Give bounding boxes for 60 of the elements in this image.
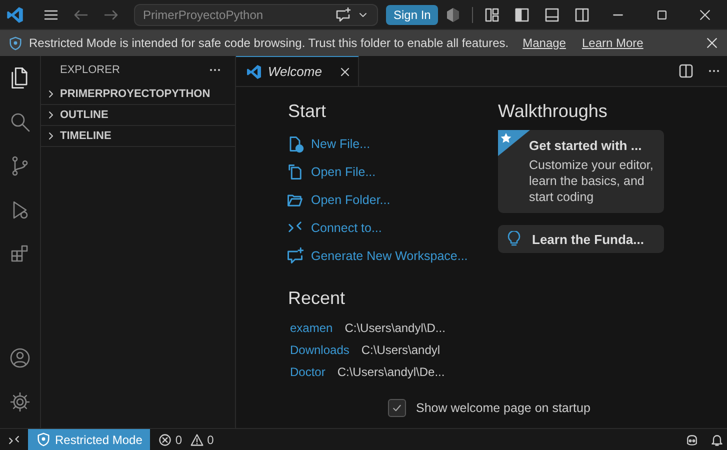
start-link[interactable]: Open Folder... xyxy=(311,193,390,207)
start-link[interactable]: New File... xyxy=(311,137,370,151)
chat-sparkle-icon[interactable] xyxy=(335,6,352,22)
star-badge-icon xyxy=(498,130,530,156)
chat-sparkle-icon[interactable] xyxy=(286,247,304,265)
more-icon[interactable] xyxy=(708,69,720,73)
lightbulb-icon xyxy=(506,231,522,247)
section-heading: Walkthroughs xyxy=(498,101,608,122)
start-link[interactable]: Open File... xyxy=(311,165,376,179)
banner-message: Restricted Mode is intended for safe code browsing. Trust this folder to enable all features. xyxy=(29,36,509,50)
section-heading: Start xyxy=(288,101,328,122)
command-center[interactable]: PrimerProyectoPython xyxy=(134,4,378,26)
sidebar-section[interactable]: PRIMERPROYECTOPYTHON xyxy=(60,88,210,100)
sign-in-button[interactable]: Sign In xyxy=(386,4,438,24)
sidebar-section[interactable]: TIMELINE xyxy=(60,130,112,142)
recent-path: C:\Users\andyl\D... xyxy=(344,321,446,335)
editor-tab[interactable]: Welcome xyxy=(236,56,359,86)
recent-link[interactable]: Downloads xyxy=(290,343,350,357)
recent-path: C:\Users\andyl\De... xyxy=(337,365,445,379)
sidebar-title: EXPLORER xyxy=(60,64,120,76)
warning-icon[interactable] xyxy=(190,432,204,446)
checkbox[interactable] xyxy=(388,399,406,417)
open-file-icon[interactable] xyxy=(286,163,304,181)
shield-icon xyxy=(8,36,23,50)
sidebar-toggle-icon[interactable] xyxy=(514,6,530,22)
copilot-icon[interactable] xyxy=(685,432,699,446)
walkthrough-card[interactable]: Get started with ... Customize your editor, learn the basics, and start coding xyxy=(498,130,664,213)
recent-link[interactable]: examen xyxy=(290,321,333,335)
restricted-mode-indicator[interactable]: Restricted Mode xyxy=(28,428,150,450)
banner-link[interactable]: Learn More xyxy=(582,36,644,50)
layout-icon[interactable] xyxy=(484,6,500,22)
recent-link[interactable]: Doctor xyxy=(290,365,326,379)
app-logo-icon xyxy=(246,64,262,80)
panel-toggle-icon[interactable] xyxy=(544,6,560,22)
cube-icon[interactable] xyxy=(444,6,461,22)
split-editor-icon[interactable] xyxy=(678,63,694,79)
checkmark-icon xyxy=(391,402,403,414)
section-heading: Recent xyxy=(288,288,346,309)
walkthrough-card[interactable]: Learn the Funda... xyxy=(498,225,664,253)
more-icon[interactable] xyxy=(209,68,221,72)
shield-icon xyxy=(36,432,51,447)
error-icon[interactable] xyxy=(158,432,172,446)
sidebar-section[interactable]: OUTLINE xyxy=(60,109,108,121)
app-logo-icon xyxy=(6,6,24,24)
error-count: 0 xyxy=(175,432,182,446)
secondary-sidebar-icon[interactable] xyxy=(574,6,590,22)
recent-path: C:\Users\andyl xyxy=(361,343,440,357)
start-link[interactable]: Generate New Workspace... xyxy=(311,249,468,263)
card-description: Customize your editor, learn the basics, and start coding xyxy=(529,157,654,205)
warning-count: 0 xyxy=(207,432,214,446)
card-title: Learn the Funda... xyxy=(532,232,644,246)
banner-link[interactable]: Manage xyxy=(522,36,566,50)
close-icon[interactable] xyxy=(705,36,719,50)
card-title: Get started with ... xyxy=(529,138,643,153)
checkbox-label: Show welcome page on startup xyxy=(416,401,590,415)
settings-icon[interactable] xyxy=(9,391,31,413)
search-icon[interactable] xyxy=(9,111,31,133)
bell-icon[interactable] xyxy=(710,432,724,446)
start-link[interactable]: Connect to... xyxy=(311,221,382,235)
account-icon[interactable] xyxy=(9,347,31,369)
